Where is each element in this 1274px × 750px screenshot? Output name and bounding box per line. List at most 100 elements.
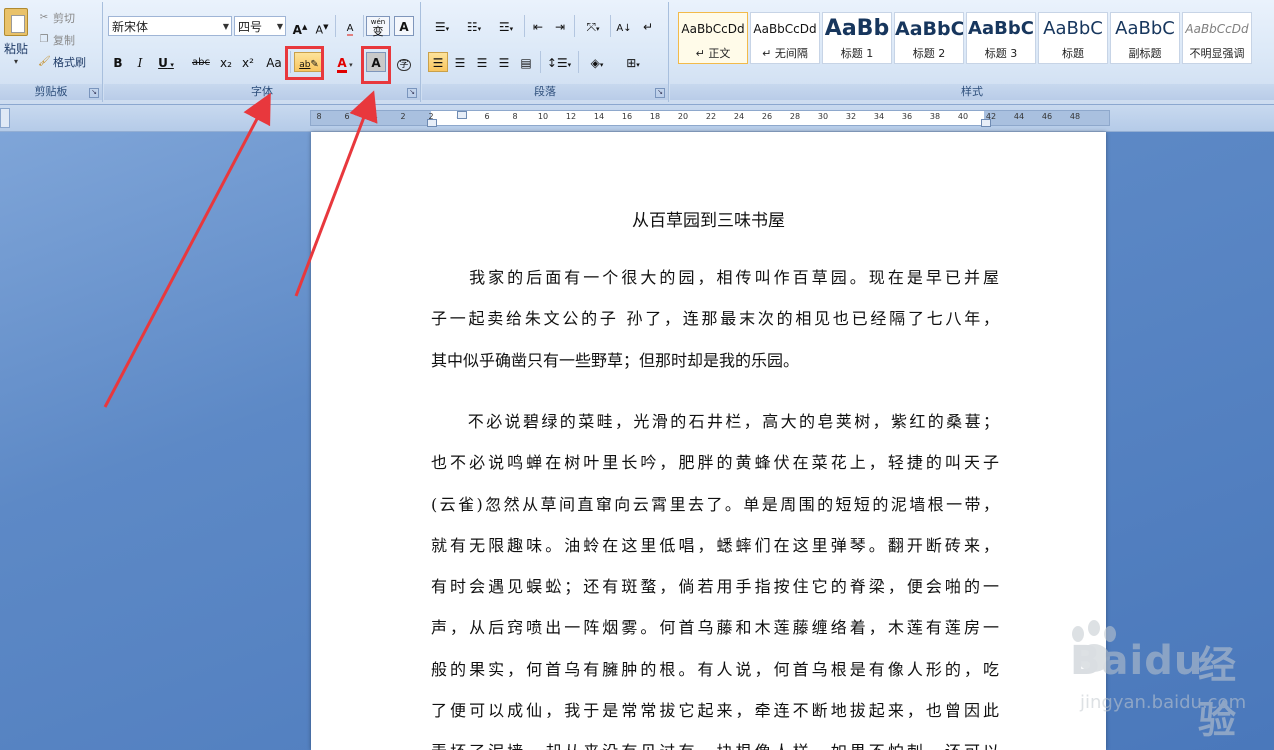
justify-icon: ☰ xyxy=(498,56,510,70)
ruler-tick-label: 12 xyxy=(565,112,577,121)
style-card[interactable]: AaBbCcDd ↵ 无间隔 xyxy=(750,12,820,64)
ruler-tick-label: 8 xyxy=(512,112,518,121)
grow-font-icon: A xyxy=(292,23,302,37)
style-card[interactable]: AaBbC 标题 2 xyxy=(894,12,964,64)
ruler-tick-label: 26 xyxy=(761,112,773,121)
superscript-button[interactable]: x² xyxy=(238,52,258,72)
format-painter-button[interactable]: 🖌 格式刷 xyxy=(38,54,86,70)
align-left-button[interactable]: ☰ xyxy=(428,52,448,72)
left-indent-marker[interactable] xyxy=(427,119,437,127)
multilevel-list-button[interactable]: ☲▾ xyxy=(492,16,520,36)
align-left-icon: ☰ xyxy=(432,56,444,70)
font-color-button[interactable]: A ▾ xyxy=(330,52,360,73)
style-card[interactable]: AaBbCcDd 不明显强调 xyxy=(1182,12,1252,64)
indent-icon: ⇥ xyxy=(554,20,566,34)
bullet-list-icon: ☰ xyxy=(434,20,446,34)
ruler-tick-label: 20 xyxy=(677,112,689,121)
first-line-indent-marker[interactable] xyxy=(457,111,467,119)
style-sample: AaBbC xyxy=(895,18,963,40)
increase-indent-button[interactable]: ⇥ xyxy=(550,16,570,36)
horizontal-ruler[interactable]: 8642246810121416182022242628303234363840… xyxy=(310,110,1110,127)
text-line: 有时会遇见蜈蚣；还有斑蝥，倘若用手指按住它的脊梁，便会啪的一 xyxy=(431,577,999,597)
sort-icon: A↓ xyxy=(616,23,632,34)
font-color-icon: A xyxy=(337,56,347,73)
grow-font-button[interactable]: A▲ xyxy=(290,16,310,37)
cut-button[interactable]: ✂ 剪切 xyxy=(38,10,75,26)
ruler-tick-label: 6 xyxy=(344,112,350,121)
italic-icon: I xyxy=(137,56,143,70)
asian-layout-icon: ⤧ xyxy=(586,20,597,34)
character-border-icon: A xyxy=(399,20,409,34)
toolbar-separator xyxy=(610,15,611,37)
numbering-button[interactable]: ☷▾ xyxy=(460,16,488,36)
style-name: ↵ 无间隔 xyxy=(762,47,808,60)
bullets-button[interactable]: ☰▾ xyxy=(428,16,456,36)
shrink-font-button[interactable]: A▼ xyxy=(312,16,332,37)
clipboard-group-label: 剪贴板 xyxy=(0,84,102,100)
font-size-select[interactable]: 四号 ▼ xyxy=(234,16,286,36)
text-line: 声，从后窍喷出一阵烟雾。何首乌藤和木莲藤缠络着，木莲有莲房一 xyxy=(431,618,999,638)
italic-button[interactable]: I xyxy=(130,52,150,72)
style-card[interactable]: AaBbCcDd ↵ 正文 xyxy=(678,12,748,64)
text-line: 般的果实，何首乌有臃肿的根。有人说，何首乌根是有像人形的，吃 xyxy=(431,659,999,679)
line-spacing-button[interactable]: ↕☰▾ xyxy=(544,52,574,72)
borders-button[interactable]: ⊞▾ xyxy=(618,52,648,72)
paste-button[interactable]: 粘贴 ▾ xyxy=(2,8,30,74)
format-painter-label: 格式刷 xyxy=(53,56,86,69)
ruler-tick-label: 38 xyxy=(929,112,941,121)
ruler-tick-label: 32 xyxy=(845,112,857,121)
styles-group-label: 样式 xyxy=(670,84,1274,100)
ruler-toggle-button[interactable] xyxy=(0,108,10,128)
enclose-characters-icon: 字 xyxy=(397,59,411,71)
watermark-brand: Baidu xyxy=(1070,638,1203,684)
character-border-button[interactable]: A xyxy=(394,16,414,36)
align-right-button[interactable]: ☰ xyxy=(472,52,492,72)
asian-layout-button[interactable]: ⤧▾ xyxy=(578,16,608,36)
phonetic-guide-button[interactable]: wén 变 xyxy=(366,16,390,38)
chevron-down-icon: ▼ xyxy=(276,22,283,31)
toolbar-separator xyxy=(524,15,525,37)
paste-dropdown-icon[interactable]: ▾ xyxy=(2,57,30,66)
style-name: 标题 xyxy=(1062,47,1084,60)
chevron-down-icon: ▼ xyxy=(222,22,229,31)
shrink-font-icon: A xyxy=(315,23,324,37)
style-card[interactable]: AaBbC 标题 xyxy=(1038,12,1108,64)
bold-icon: B xyxy=(113,56,123,70)
toolbar-separator xyxy=(578,51,579,73)
document-page[interactable]: 从百草园到三味书屋 我家的后面有一个很大的园，相传叫作百草园。现在是早已并屋 子一… xyxy=(311,132,1106,750)
shading-button[interactable]: ◈▾ xyxy=(582,52,612,72)
style-card[interactable]: AaBbC 副标题 xyxy=(1110,12,1180,64)
enclose-characters-button[interactable]: 字 xyxy=(394,52,414,72)
underline-button[interactable]: U ▾ xyxy=(152,52,180,72)
ruler-tick-label: 2 xyxy=(400,112,406,121)
right-indent-marker[interactable] xyxy=(981,119,991,127)
text-line: 我家的后面有一个很大的园，相传叫作百草园。现在是早已并屋 xyxy=(431,268,999,287)
copy-button[interactable]: ❐ 复制 xyxy=(38,32,75,48)
bold-button[interactable]: B xyxy=(108,52,128,72)
paragraph-1: 我家的后面有一个很大的园，相传叫作百草园。现在是早已并屋 子一起卖给朱文公的子 孙… xyxy=(431,257,999,381)
ruler-tick-label: 10 xyxy=(537,112,549,121)
style-sample: AaBbCcDd xyxy=(1185,22,1249,36)
font-name-select[interactable]: 新宋体 ▼ xyxy=(108,16,232,36)
font-launcher-icon[interactable]: ↘ xyxy=(407,88,417,98)
distributed-button[interactable]: ▤ xyxy=(516,52,536,72)
align-center-button[interactable]: ☰ xyxy=(450,52,470,72)
subscript-button[interactable]: x₂ xyxy=(216,52,236,72)
justify-button[interactable]: ☰ xyxy=(494,52,514,72)
clear-format-button[interactable]: A xyxy=(340,16,360,36)
ruler-tick-label: 18 xyxy=(649,112,661,121)
phonetic-guide-icon: 变 xyxy=(372,25,384,38)
paragraph-launcher-icon[interactable]: ↘ xyxy=(655,88,665,98)
style-card[interactable]: AaBb 标题 1 xyxy=(822,12,892,64)
show-marks-button[interactable]: ↵ xyxy=(638,16,658,36)
ruler-tick-label: 46 xyxy=(1041,112,1053,121)
decrease-indent-button[interactable]: ⇤ xyxy=(528,16,548,36)
sort-button[interactable]: A↓ xyxy=(614,16,634,36)
annotation-box-shading xyxy=(361,46,391,84)
style-card[interactable]: AaBbC 标题 3 xyxy=(966,12,1036,64)
strikethrough-button[interactable]: abc xyxy=(188,52,214,72)
toolbar-separator xyxy=(540,51,541,73)
change-case-button[interactable]: Aa xyxy=(262,52,286,72)
clipboard-launcher-icon[interactable]: ↘ xyxy=(89,88,99,98)
strikethrough-icon: abc xyxy=(192,57,210,68)
